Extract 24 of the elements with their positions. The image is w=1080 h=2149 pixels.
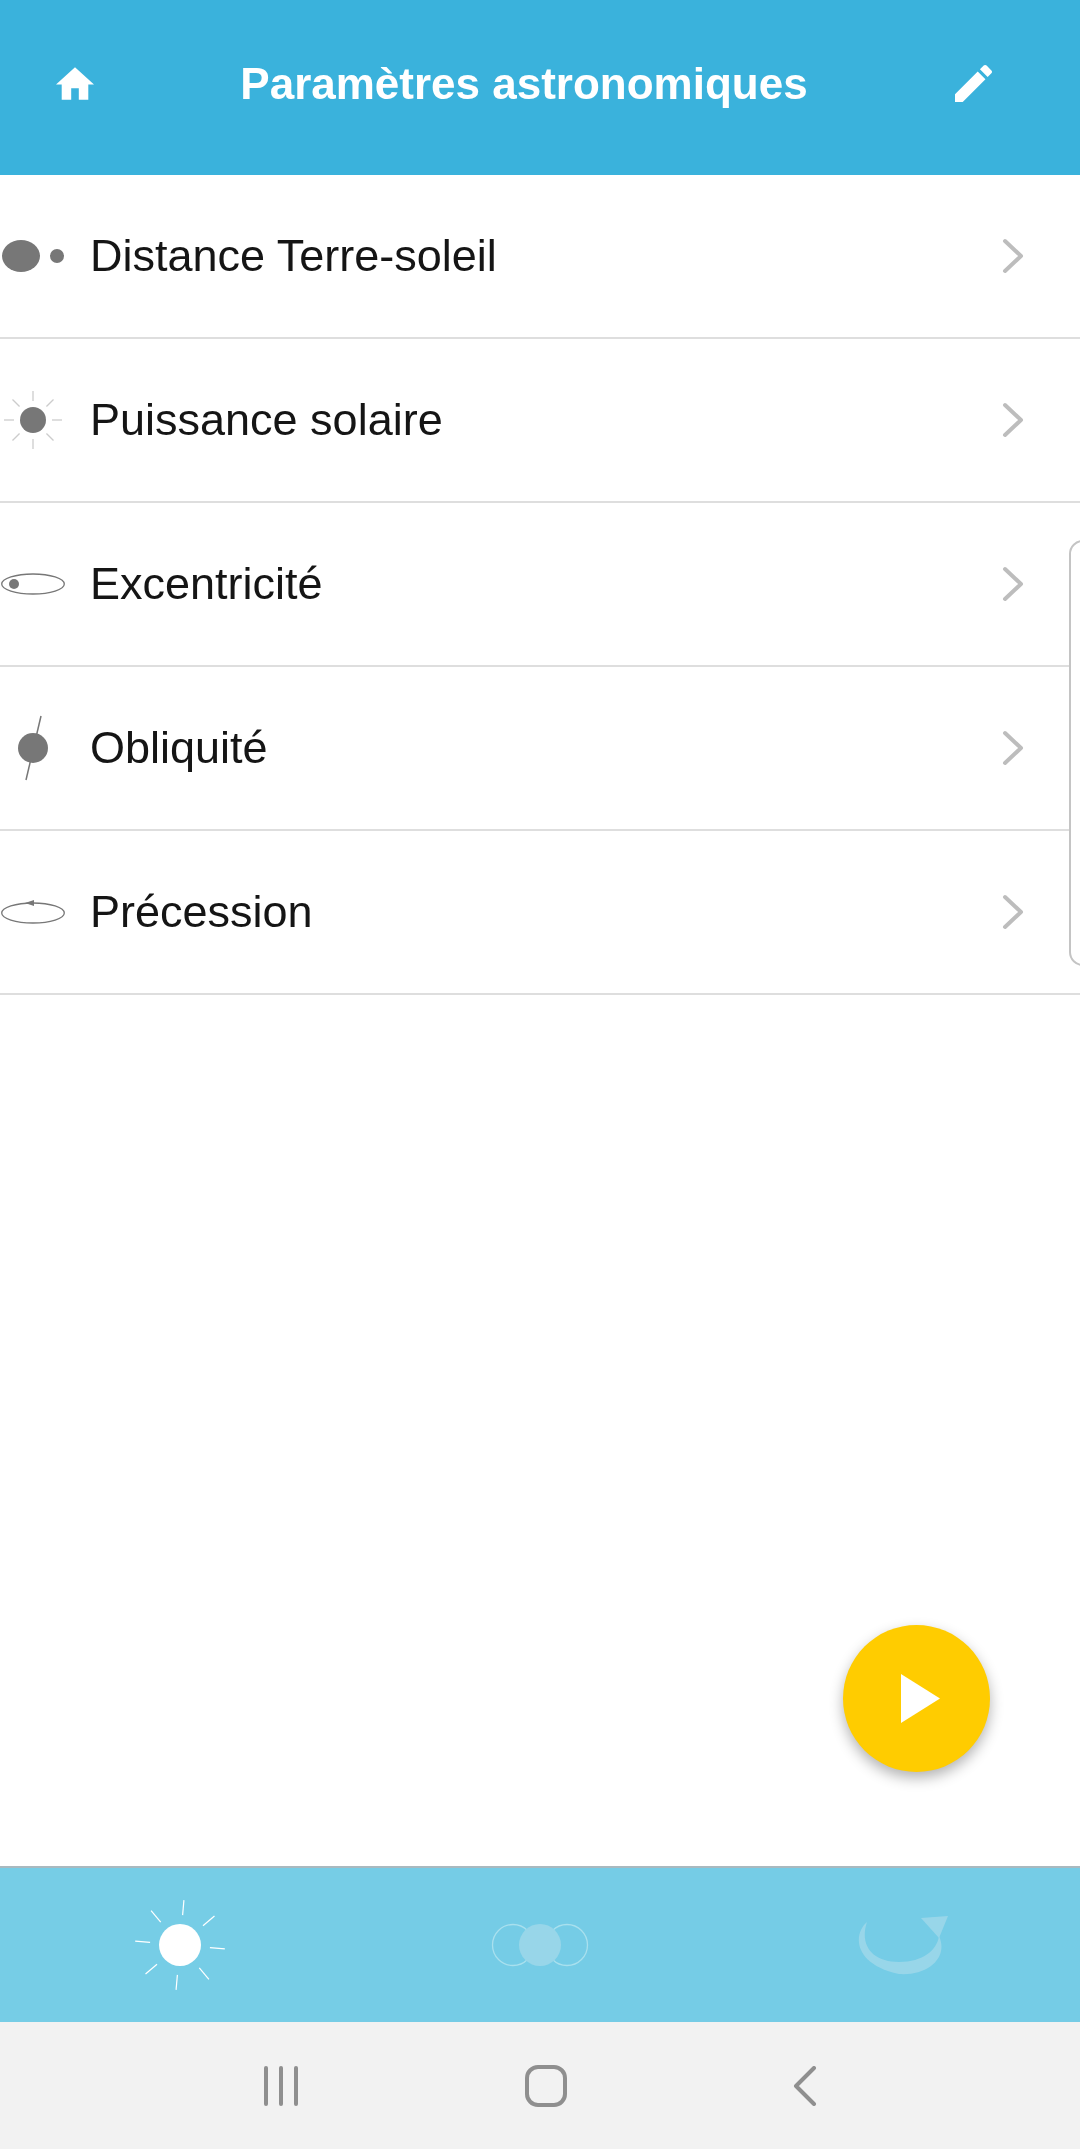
chevron-right-icon (1002, 402, 1024, 438)
back-icon[interactable] (793, 2065, 817, 2106)
chevron-right-icon (1002, 566, 1024, 602)
sun-icon (134, 1899, 226, 1991)
play-button[interactable] (843, 1625, 990, 1772)
tilted-axis-icon (17, 715, 49, 781)
chevron-right-icon (1002, 894, 1024, 930)
edit-icon[interactable] (955, 65, 992, 102)
home-icon[interactable] (56, 67, 94, 100)
screen-title: Paramètres astronomiques (240, 61, 808, 106)
play-icon (901, 1674, 940, 1723)
list-item[interactable]: Puissance solaire (0, 339, 1066, 501)
orbit-ellipse-icon (1, 573, 65, 595)
list-item[interactable]: Excentricité (0, 503, 1066, 665)
chevron-right-icon (1002, 238, 1024, 274)
three-circles-icon (491, 1923, 589, 1967)
list-item[interactable]: Précession (0, 831, 1066, 993)
home-icon[interactable] (525, 2064, 567, 2107)
recent-apps-icon[interactable] (263, 2065, 299, 2106)
two-dots-icon (1, 239, 65, 273)
list-item[interactable]: Obliquité (0, 667, 1066, 829)
list-item[interactable]: Distance Terre-soleil (0, 175, 1066, 337)
sun-icon (3, 390, 63, 450)
chevron-right-icon (1002, 730, 1024, 766)
